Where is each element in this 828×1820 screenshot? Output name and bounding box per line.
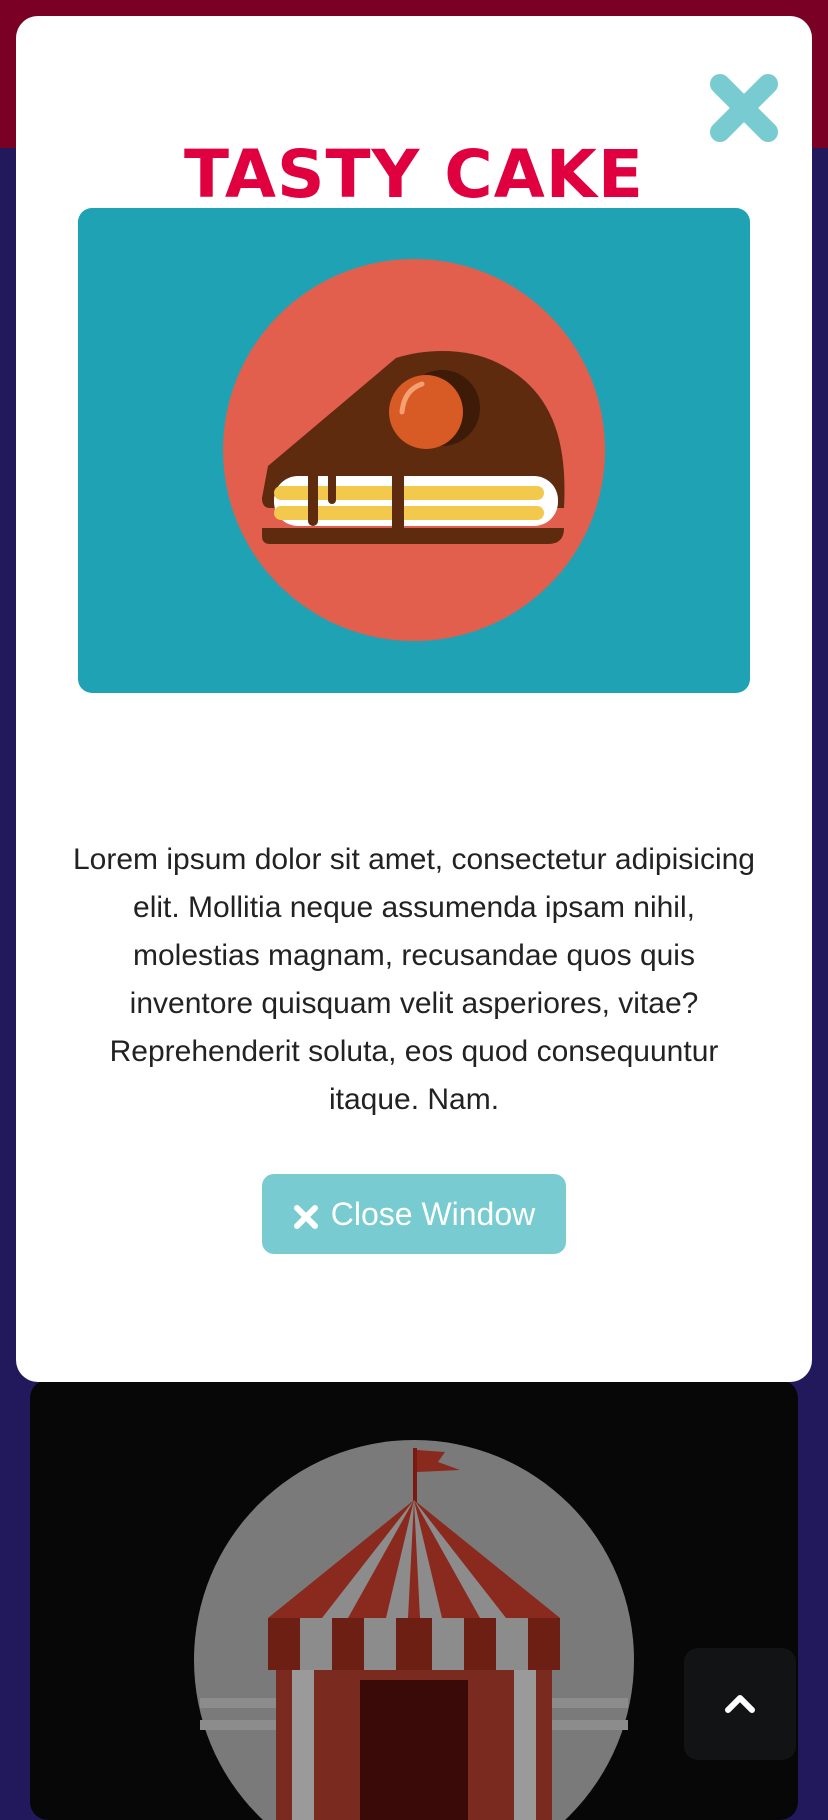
chevron-up-icon <box>725 1695 755 1713</box>
circus-tent-icon <box>194 1440 634 1820</box>
cake-slice-icon <box>223 259 605 641</box>
close-window-label: Close Window <box>330 1195 536 1232</box>
modal-title: TASTY CAKE <box>183 136 645 213</box>
times-icon <box>293 1201 319 1229</box>
modal-image <box>78 208 750 693</box>
modal-dialog: TASTY CAKE Lorem ipsum dolor sit amet, c… <box>16 16 812 1382</box>
modal-description: Lorem ipsum dolor sit amet, consectetur … <box>73 843 755 1116</box>
background-portfolio-card[interactable] <box>30 1380 798 1820</box>
close-window-button[interactable]: Close Window <box>262 1174 566 1254</box>
scroll-to-top-button[interactable] <box>684 1648 796 1760</box>
